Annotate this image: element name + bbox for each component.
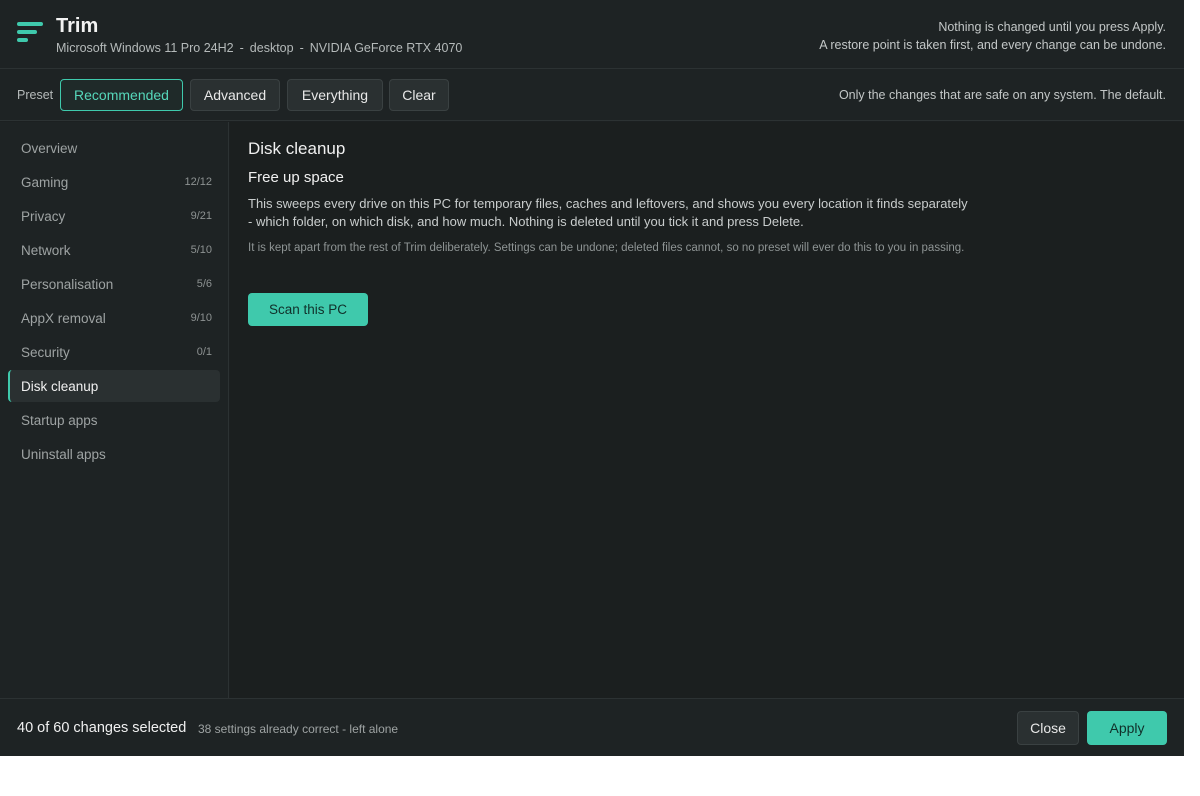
sidebar-item-personalisation[interactable]: Personalisation 5/6 [8,268,220,300]
sidebar-item-disk-cleanup[interactable]: Disk cleanup [8,370,220,402]
footer: 40 of 60 changes selected 38 settings al… [0,698,1184,756]
apply-button[interactable]: Apply [1087,711,1167,745]
sidebar-item-count: 5/10 [190,244,212,256]
sidebar-item-label: Network [21,243,71,258]
sidebar-item-label: Personalisation [21,277,114,292]
sidebar-item-label: Security [21,345,70,360]
sidebar-item-label: AppX removal [21,311,106,326]
footer-note: 38 settings already correct - left alone [198,722,399,736]
selected-changes-count: 40 of 60 changes selected [17,720,187,736]
sidebar-item-security[interactable]: Security 0/1 [8,336,220,368]
menu-lines-icon [17,22,43,44]
sidebar-item-uninstall-apps[interactable]: Uninstall apps [8,438,220,470]
close-button[interactable]: Close [1017,711,1079,745]
device-type: desktop [249,41,294,55]
sidebar-item-count: 0/1 [196,346,212,358]
preset-bar: Preset Recommended Advanced Everything C… [0,69,1184,121]
sidebar-item-count: 5/6 [196,278,212,290]
sidebar-item-count: 9/10 [190,312,212,324]
sidebar-item-label: Gaming [21,175,69,190]
sidebar-item-label: Overview [21,141,78,156]
scan-pc-button[interactable]: Scan this PC [248,293,368,326]
os-name: Microsoft Windows 11 Pro 24H2 [56,41,234,55]
app-window: Trim Microsoft Windows 11 Pro 24H2- deskt… [0,0,1184,756]
sidebar-item-label: Startup apps [21,413,98,428]
sidebar: Overview Gaming 12/12 Privacy 9/21 Netwo… [0,122,229,698]
sidebar-item-label: Disk cleanup [21,379,99,394]
sidebar-item-startup-apps[interactable]: Startup apps [8,404,220,436]
section-note: It is kept apart from the rest of Trim d… [248,242,965,254]
app-title: Trim [56,15,99,37]
page-title: Disk cleanup [248,139,346,158]
section-title: Free up space [248,169,344,186]
preset-clear-button[interactable]: Clear [389,79,449,111]
preset-everything-button[interactable]: Everything [287,79,383,111]
main-panel: Disk cleanup Free up space This sweeps e… [230,122,1184,698]
sidebar-item-gaming[interactable]: Gaming 12/12 [8,166,220,198]
section-description: This sweeps every drive on this PC for t… [248,196,968,229]
sidebar-item-label: Uninstall apps [21,447,106,462]
preset-recommended-button[interactable]: Recommended [60,79,183,111]
sidebar-item-privacy[interactable]: Privacy 9/21 [8,200,220,232]
header-note-line2: A restore point is taken first, and ever… [819,38,1166,52]
preset-advanced-button[interactable]: Advanced [190,79,280,111]
sidebar-item-label: Privacy [21,209,66,224]
header-note: Nothing is changed until you press Apply… [819,18,1166,54]
sidebar-item-appx-removal[interactable]: AppX removal 9/10 [8,302,220,334]
sidebar-item-count: 12/12 [184,176,212,188]
system-info: Microsoft Windows 11 Pro 24H2- desktop - NV… [56,41,462,55]
gpu-name: NVIDIA GeForce RTX 4070 [309,41,463,55]
sidebar-item-network[interactable]: Network 5/10 [8,234,220,266]
preset-label: Preset [17,88,54,102]
header-note-line1: Nothing is changed until you press Apply… [938,20,1166,34]
preset-description: Only the changes that are safe on any sy… [838,88,1166,102]
separator: - [299,41,304,55]
sidebar-item-overview[interactable]: Overview [8,132,220,164]
sidebar-item-count: 9/21 [190,210,212,222]
separator: - [239,41,244,55]
header: Trim Microsoft Windows 11 Pro 24H2- deskt… [0,0,1184,69]
